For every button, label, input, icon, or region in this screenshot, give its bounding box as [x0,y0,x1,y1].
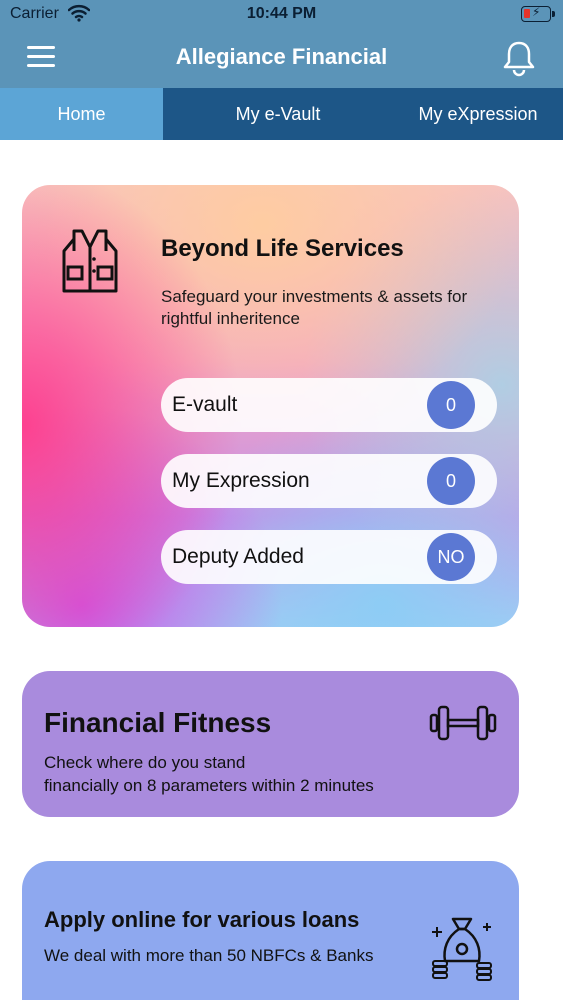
financial-fitness-description-line2: financially on 8 parameters within 2 min… [44,776,374,795]
loans-card[interactable]: Apply online for various loans We deal w… [22,861,519,1000]
beyond-life-description: Safeguard your investments & assets for … [161,287,468,328]
beyond-life-title: Beyond Life Services [161,235,404,262]
financial-fitness-description-line1: Check where do you stand [44,753,246,772]
dumbbell-icon [429,705,497,741]
tab-my-expression[interactable]: My eXpression [393,88,563,140]
tab-my-e-vault[interactable]: My e-Vault [163,88,393,140]
tab-bar: Home My e-Vault My eXpression [0,88,563,140]
clock: 10:44 PM [246,5,317,22]
app-header: Carrier 10:44 PM ⚡ Allegiance Financial [0,0,563,88]
financial-fitness-card[interactable]: Financial Fitness Check where do you sta… [22,671,519,817]
my-expression-row[interactable]: My Expression 0 [161,454,497,508]
e-vault-count-badge: 0 [427,381,475,429]
status-bar: Carrier 10:44 PM ⚡ [0,0,563,30]
my-expression-count-badge: 0 [427,457,475,505]
page-title: Allegiance Financial [175,44,388,69]
financial-fitness-description: Check where do you stand financially on … [44,751,464,797]
deputy-added-label: Deputy Added [172,545,304,568]
financial-fitness-title: Financial Fitness [44,707,272,738]
e-vault-label: E-vault [172,393,238,416]
bell-icon[interactable] [499,38,539,78]
vest-icon [62,229,118,293]
tab-home[interactable]: Home [0,88,163,140]
loans-description: We deal with more than 50 NBFCs & Banks [44,946,374,965]
my-expression-label: My Expression [172,469,310,492]
deputy-added-row[interactable]: Deputy Added NO [161,530,497,584]
e-vault-row[interactable]: E-vault 0 [161,378,497,432]
top-bar: Allegiance Financial [0,30,563,88]
battery-icon: ⚡ [521,5,555,22]
beyond-life-services-card[interactable]: Beyond Life Services Safeguard your inve… [22,185,519,627]
deputy-added-status-badge: NO [427,533,475,581]
money-bag-icon [432,917,492,981]
loans-title: Apply online for various loans [44,907,360,932]
